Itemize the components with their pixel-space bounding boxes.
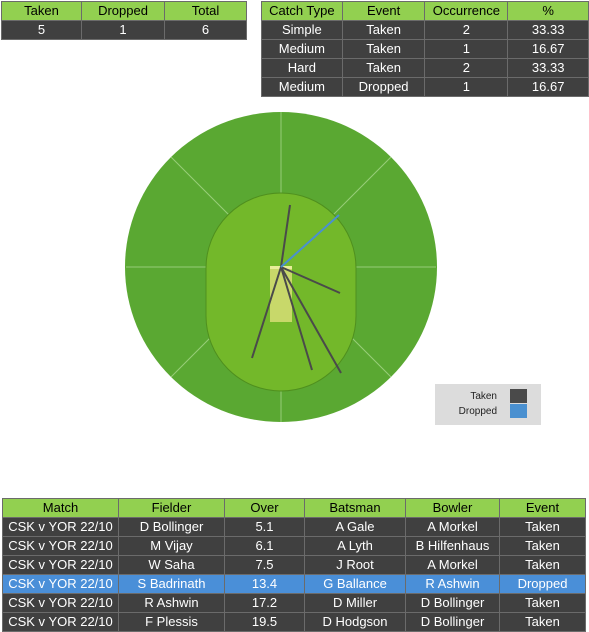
table-cell: 7.5 <box>224 555 305 575</box>
legend-item-dropped: Dropped <box>435 404 541 420</box>
table-cell: Taken <box>499 536 586 556</box>
table-cell: G Ballance <box>304 574 406 594</box>
table-cell: CSK v YOR 22/10 <box>2 536 119 556</box>
table-cell: D Bollinger <box>405 593 500 613</box>
table-cell: CSK v YOR 22/10 <box>2 593 119 613</box>
table-cell: D Miller <box>304 593 406 613</box>
table-cell: D Bollinger <box>118 517 225 537</box>
table-row: CSK v YOR 22/10 R Ashwin 17.2 D Miller D… <box>2 593 586 613</box>
legend-item-taken: Taken <box>435 389 541 405</box>
table-cell: 17.2 <box>224 593 305 613</box>
table-cell: J Root <box>304 555 406 575</box>
match-header-fielder: Fielder <box>118 498 225 518</box>
table-cell: M Vijay <box>118 536 225 556</box>
table-cell: 13.4 <box>224 574 305 594</box>
table-cell: 6.1 <box>224 536 305 556</box>
table-cell: A Morkel <box>405 517 500 537</box>
match-header-event: Event <box>499 498 586 518</box>
table-cell: S Badrinath <box>118 574 225 594</box>
legend-label-taken: Taken <box>470 391 497 402</box>
table-cell: 19.5 <box>224 612 305 632</box>
table-cell: CSK v YOR 22/10 <box>2 574 119 594</box>
legend-label-dropped: Dropped <box>458 406 497 417</box>
table-cell: A Lyth <box>304 536 406 556</box>
table-cell: CSK v YOR 22/10 <box>2 612 119 632</box>
table-cell: D Bollinger <box>405 612 500 632</box>
table-cell: Taken <box>499 555 586 575</box>
match-header-over: Over <box>224 498 305 518</box>
match-header-bowler: Bowler <box>405 498 500 518</box>
table-cell: F Plessis <box>118 612 225 632</box>
legend-swatch-taken <box>510 389 527 403</box>
table-cell: Taken <box>499 612 586 632</box>
table-row: CSK v YOR 22/10 M Vijay 6.1 A Lyth B Hil… <box>2 536 586 556</box>
table-cell: A Gale <box>304 517 406 537</box>
table-row-highlighted: CSK v YOR 22/10 S Badrinath 13.4 G Balla… <box>2 574 586 594</box>
table-cell: CSK v YOR 22/10 <box>2 555 119 575</box>
table-cell: Dropped <box>499 574 586 594</box>
table-row: CSK v YOR 22/10 F Plessis 19.5 D Hodgson… <box>2 612 586 632</box>
table-cell: D Hodgson <box>304 612 406 632</box>
match-header-batsman: Batsman <box>304 498 406 518</box>
table-cell: W Saha <box>118 555 225 575</box>
chart-legend: Taken Dropped <box>435 384 541 425</box>
table-row: CSK v YOR 22/10 W Saha 7.5 J Root A Mork… <box>2 555 586 575</box>
match-header-match: Match <box>2 498 119 518</box>
legend-swatch-dropped <box>510 404 527 418</box>
table-cell: A Morkel <box>405 555 500 575</box>
table-cell: CSK v YOR 22/10 <box>2 517 119 537</box>
match-catches-table: Match Fielder Over Batsman Bowler Event … <box>2 498 586 632</box>
table-cell: 5.1 <box>224 517 305 537</box>
table-cell: Taken <box>499 517 586 537</box>
table-cell: B Hilfenhaus <box>405 536 500 556</box>
table-cell: R Ashwin <box>405 574 500 594</box>
table-row: CSK v YOR 22/10 D Bollinger 5.1 A Gale A… <box>2 517 586 537</box>
table-cell: R Ashwin <box>118 593 225 613</box>
table-cell: Taken <box>499 593 586 613</box>
